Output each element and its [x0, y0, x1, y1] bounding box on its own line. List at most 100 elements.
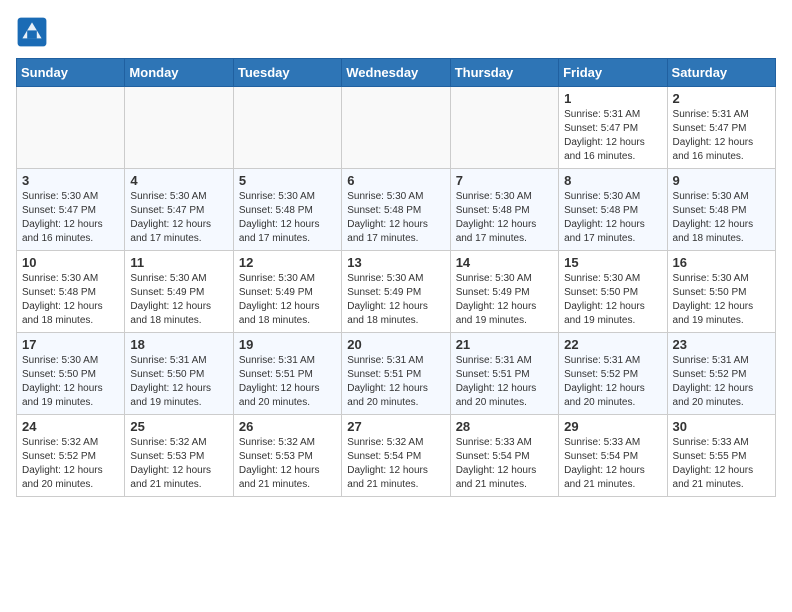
- day-info: Sunrise: 5:30 AM Sunset: 5:48 PM Dayligh…: [564, 190, 661, 246]
- calendar-cell: 25Sunrise: 5:32 AM Sunset: 5:53 PM Dayli…: [125, 415, 233, 497]
- calendar-cell: 26 Sunrise: 5:32 AM Sunset: 5:53 PM Dayli…: [233, 415, 341, 497]
- day-number: 3: [22, 173, 119, 188]
- calendar-cell: 7 Sunrise: 5:30 AM Sunset: 5:48 PM Daylig…: [450, 169, 558, 251]
- day-number: 10: [22, 255, 119, 270]
- calendar-cell: 18 Sunrise: 5:31 AM Sunset: 5:50 PM Dayli…: [125, 333, 233, 415]
- day-info: Sunrise: 5:30 AM Sunset: 5:49 PM Dayligh…: [456, 272, 553, 328]
- calendar-week-4: 17Sunrise: 5:30 AM Sunset: 5:50 PM Dayli…: [17, 333, 776, 415]
- day-info: Sunrise: 5:30 AM Sunset: 5:48 PM Dayligh…: [673, 190, 770, 246]
- day-info: Sunrise: 5:31 AM Sunset: 5:47 PM Dayligh…: [564, 108, 661, 164]
- calendar-week-2: 3 Sunrise: 5:30 AM Sunset: 5:47 PM Daylig…: [17, 169, 776, 251]
- calendar-cell: 16 Sunrise: 5:30 AM Sunset: 5:50 PM Dayli…: [667, 251, 775, 333]
- day-number: 2: [673, 91, 770, 106]
- day-info: Sunrise: 5:31 AM Sunset: 5:47 PM Dayligh…: [673, 108, 770, 164]
- calendar-cell: 1 Sunrise: 5:31 AM Sunset: 5:47 PM Daylig…: [559, 87, 667, 169]
- day-number: 14: [456, 255, 553, 270]
- day-number: 15: [564, 255, 661, 270]
- calendar-cell: [450, 87, 558, 169]
- calendar-cell: 11Sunrise: 5:30 AM Sunset: 5:49 PM Dayli…: [125, 251, 233, 333]
- day-number: 26: [239, 419, 336, 434]
- calendar-cell: 10 Sunrise: 5:30 AM Sunset: 5:48 PM Dayli…: [17, 251, 125, 333]
- day-number: 17: [22, 337, 119, 352]
- day-info: Sunrise: 5:32 AM Sunset: 5:53 PM Dayligh…: [239, 436, 336, 492]
- day-number: 30: [673, 419, 770, 434]
- day-number: 19: [239, 337, 336, 352]
- calendar-cell: 12 Sunrise: 5:30 AM Sunset: 5:49 PM Dayli…: [233, 251, 341, 333]
- day-info: Sunrise: 5:33 AM Sunset: 5:54 PM Dayligh…: [564, 436, 661, 492]
- column-header-thursday: Thursday: [450, 59, 558, 87]
- day-info: Sunrise: 5:30 AM Sunset: 5:48 PM Dayligh…: [347, 190, 444, 246]
- day-number: 21: [456, 337, 553, 352]
- calendar-cell: 28 Sunrise: 5:33 AM Sunset: 5:54 PM Dayli…: [450, 415, 558, 497]
- calendar-week-3: 10 Sunrise: 5:30 AM Sunset: 5:48 PM Dayli…: [17, 251, 776, 333]
- day-number: 4: [130, 173, 227, 188]
- logo: [16, 16, 52, 48]
- day-number: 25: [130, 419, 227, 434]
- day-number: 13: [347, 255, 444, 270]
- day-info: Sunrise: 5:30 AM Sunset: 5:49 PM Dayligh…: [347, 272, 444, 328]
- column-header-friday: Friday: [559, 59, 667, 87]
- day-number: 18: [130, 337, 227, 352]
- day-info: Sunrise: 5:30 AM Sunset: 5:49 PM Dayligh…: [130, 272, 227, 328]
- calendar-week-1: 1 Sunrise: 5:31 AM Sunset: 5:47 PM Daylig…: [17, 87, 776, 169]
- calendar-cell: 21 Sunrise: 5:31 AM Sunset: 5:51 PM Dayli…: [450, 333, 558, 415]
- day-number: 9: [673, 173, 770, 188]
- calendar-cell: 4 Sunrise: 5:30 AM Sunset: 5:47 PM Daylig…: [125, 169, 233, 251]
- day-number: 7: [456, 173, 553, 188]
- day-info: Sunrise: 5:30 AM Sunset: 5:48 PM Dayligh…: [456, 190, 553, 246]
- calendar-cell: 2 Sunrise: 5:31 AM Sunset: 5:47 PM Daylig…: [667, 87, 775, 169]
- day-info: Sunrise: 5:30 AM Sunset: 5:50 PM Dayligh…: [673, 272, 770, 328]
- calendar-cell: 29 Sunrise: 5:33 AM Sunset: 5:54 PM Dayli…: [559, 415, 667, 497]
- calendar-cell: [125, 87, 233, 169]
- column-header-saturday: Saturday: [667, 59, 775, 87]
- day-number: 16: [673, 255, 770, 270]
- day-number: 6: [347, 173, 444, 188]
- day-number: 20: [347, 337, 444, 352]
- day-number: 1: [564, 91, 661, 106]
- day-number: 23: [673, 337, 770, 352]
- day-info: Sunrise: 5:30 AM Sunset: 5:49 PM Dayligh…: [239, 272, 336, 328]
- day-info: Sunrise: 5:31 AM Sunset: 5:50 PM Dayligh…: [130, 354, 227, 410]
- column-header-tuesday: Tuesday: [233, 59, 341, 87]
- calendar-cell: 30 Sunrise: 5:33 AM Sunset: 5:55 PM Dayli…: [667, 415, 775, 497]
- day-info: Sunrise: 5:31 AM Sunset: 5:51 PM Dayligh…: [456, 354, 553, 410]
- calendar-cell: 17Sunrise: 5:30 AM Sunset: 5:50 PM Dayli…: [17, 333, 125, 415]
- calendar-header-row: SundayMondayTuesdayWednesdayThursdayFrid…: [17, 59, 776, 87]
- logo-icon: [16, 16, 48, 48]
- calendar-week-5: 24Sunrise: 5:32 AM Sunset: 5:52 PM Dayli…: [17, 415, 776, 497]
- day-number: 22: [564, 337, 661, 352]
- day-info: Sunrise: 5:30 AM Sunset: 5:48 PM Dayligh…: [22, 272, 119, 328]
- day-number: 12: [239, 255, 336, 270]
- calendar-cell: 5Sunrise: 5:30 AM Sunset: 5:48 PM Daylig…: [233, 169, 341, 251]
- day-info: Sunrise: 5:30 AM Sunset: 5:50 PM Dayligh…: [564, 272, 661, 328]
- calendar-cell: 24Sunrise: 5:32 AM Sunset: 5:52 PM Dayli…: [17, 415, 125, 497]
- day-info: Sunrise: 5:31 AM Sunset: 5:52 PM Dayligh…: [673, 354, 770, 410]
- calendar-cell: 27Sunrise: 5:32 AM Sunset: 5:54 PM Dayli…: [342, 415, 450, 497]
- column-header-monday: Monday: [125, 59, 233, 87]
- day-info: Sunrise: 5:31 AM Sunset: 5:51 PM Dayligh…: [239, 354, 336, 410]
- day-info: Sunrise: 5:33 AM Sunset: 5:54 PM Dayligh…: [456, 436, 553, 492]
- calendar-cell: [233, 87, 341, 169]
- page-header: [16, 16, 776, 48]
- day-info: Sunrise: 5:31 AM Sunset: 5:51 PM Dayligh…: [347, 354, 444, 410]
- day-info: Sunrise: 5:33 AM Sunset: 5:55 PM Dayligh…: [673, 436, 770, 492]
- day-info: Sunrise: 5:30 AM Sunset: 5:48 PM Dayligh…: [239, 190, 336, 246]
- calendar-cell: [17, 87, 125, 169]
- day-info: Sunrise: 5:31 AM Sunset: 5:52 PM Dayligh…: [564, 354, 661, 410]
- day-info: Sunrise: 5:30 AM Sunset: 5:47 PM Dayligh…: [130, 190, 227, 246]
- calendar-cell: 9 Sunrise: 5:30 AM Sunset: 5:48 PM Daylig…: [667, 169, 775, 251]
- column-header-sunday: Sunday: [17, 59, 125, 87]
- day-number: 29: [564, 419, 661, 434]
- calendar-cell: 15 Sunrise: 5:30 AM Sunset: 5:50 PM Dayli…: [559, 251, 667, 333]
- calendar-table: SundayMondayTuesdayWednesdayThursdayFrid…: [16, 58, 776, 497]
- calendar-cell: 13 Sunrise: 5:30 AM Sunset: 5:49 PM Dayli…: [342, 251, 450, 333]
- day-info: Sunrise: 5:30 AM Sunset: 5:47 PM Dayligh…: [22, 190, 119, 246]
- calendar-cell: 14 Sunrise: 5:30 AM Sunset: 5:49 PM Dayli…: [450, 251, 558, 333]
- calendar-cell: 6 Sunrise: 5:30 AM Sunset: 5:48 PM Daylig…: [342, 169, 450, 251]
- calendar-cell: [342, 87, 450, 169]
- calendar-cell: 8Sunrise: 5:30 AM Sunset: 5:48 PM Daylig…: [559, 169, 667, 251]
- calendar-cell: 22 Sunrise: 5:31 AM Sunset: 5:52 PM Dayli…: [559, 333, 667, 415]
- day-number: 28: [456, 419, 553, 434]
- calendar-cell: 3 Sunrise: 5:30 AM Sunset: 5:47 PM Daylig…: [17, 169, 125, 251]
- day-number: 24: [22, 419, 119, 434]
